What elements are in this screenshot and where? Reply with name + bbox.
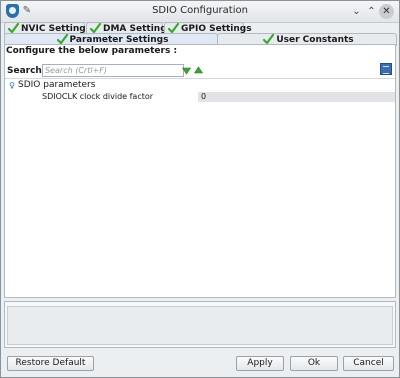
sdio-configuration-dialog: ✎ SDIO Configuration ⌄ ⌃ ✕ NVIC Settings… xyxy=(0,0,400,378)
group-sdio-parameters[interactable]: ♀ SDIO parameters xyxy=(5,80,395,91)
window-title: SDIO Configuration xyxy=(152,5,248,16)
apply-button[interactable]: Apply xyxy=(236,356,284,371)
restore-default-button[interactable]: Restore Default xyxy=(7,356,94,371)
view-toggle-icon[interactable] xyxy=(380,63,392,75)
close-icon[interactable]: ✕ xyxy=(379,4,394,19)
search-input[interactable] xyxy=(42,64,184,77)
title-bar[interactable]: ✎ SDIO Configuration ⌄ ⌃ ✕ xyxy=(1,1,399,23)
parameter-settings-panel: Configure the below parameters : Search … xyxy=(4,44,396,298)
group-label: SDIO parameters xyxy=(18,80,96,90)
divider xyxy=(5,78,395,79)
parameter-value[interactable]: 0 xyxy=(198,92,395,102)
tree-expand-icon[interactable]: ♀ xyxy=(8,81,16,90)
chevron-down-icon[interactable]: ⌄ xyxy=(350,5,363,18)
arrow-down-icon[interactable] xyxy=(182,66,191,75)
parameter-name: SDIOCLK clock divide factor xyxy=(42,92,154,101)
cancel-button[interactable]: Cancel xyxy=(343,356,394,371)
description-area xyxy=(4,301,396,348)
arrow-up-icon[interactable] xyxy=(194,66,203,75)
instruction-text: Configure the below parameters : xyxy=(6,46,178,56)
ok-button[interactable]: Ok xyxy=(290,356,338,371)
chevron-up-icon[interactable]: ⌃ xyxy=(365,5,378,18)
description-inner xyxy=(7,306,393,345)
parameter-row[interactable]: SDIOCLK clock divide factor 0 xyxy=(5,92,395,102)
